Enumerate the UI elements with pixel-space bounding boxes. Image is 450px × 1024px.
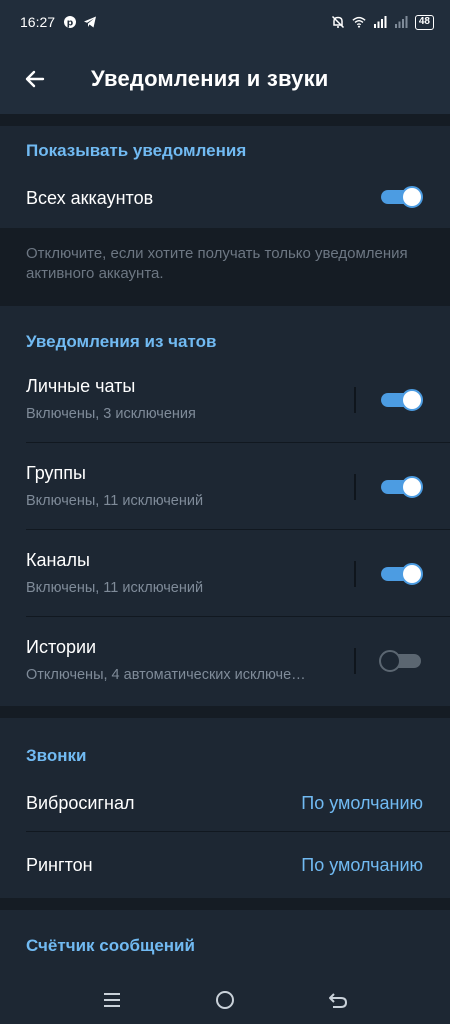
toggle-knob [401, 563, 423, 585]
menu-icon [103, 992, 120, 1007]
status-time: 16:27 [20, 14, 56, 30]
row-subtitle: Включены, 11 исключений [26, 580, 204, 596]
badge-counter-section: Счётчик сообщений [0, 910, 450, 975]
separator [354, 474, 356, 500]
section-header: Показывать уведомления [26, 141, 247, 160]
info-box: Отключите, если хотите получать только у… [0, 228, 450, 306]
toggle-knob [401, 476, 423, 498]
row-subtitle: Отключены, 4 автоматических исключе… [26, 667, 306, 683]
battery-icon: 48 [414, 14, 434, 30]
signal-icon [373, 16, 387, 28]
chat-row-private[interactable]: Личные чаты Включены, 3 исключения [0, 356, 450, 443]
back-nav-icon [329, 992, 348, 1008]
section-header: Звонки [26, 746, 87, 765]
svg-text:p: p [67, 19, 74, 29]
private-chats-toggle[interactable] [379, 389, 423, 411]
toggle-knob [401, 186, 423, 208]
home-button[interactable] [205, 980, 245, 1020]
chat-notifications-section: Уведомления из чатов Личные чаты Включен… [0, 306, 450, 706]
row-title: Каналы [26, 550, 90, 570]
back-nav-button[interactable] [318, 980, 358, 1020]
ringtone-value[interactable]: По умолчанию [301, 855, 423, 876]
separator [354, 561, 356, 587]
vibrate-value[interactable]: По умолчанию [301, 793, 423, 814]
home-circle-icon [215, 990, 234, 1009]
back-button[interactable] [5, 49, 65, 109]
toggle-knob [379, 650, 401, 672]
groups-toggle[interactable] [379, 476, 423, 498]
section-header: Уведомления из чатов [26, 332, 217, 351]
row-subtitle: Включены, 3 исключения [26, 406, 196, 422]
notifications-muted-icon [331, 15, 344, 29]
arrow-left-icon [25, 70, 45, 88]
section-header: Счётчик сообщений [26, 936, 195, 955]
ringtone-row[interactable]: Рингтон По умолчанию [0, 832, 450, 898]
vibrate-row[interactable]: Вибросигнал По умолчанию [0, 774, 450, 832]
all-accounts-toggle[interactable] [379, 186, 423, 208]
stories-toggle[interactable] [379, 650, 423, 672]
pinterest-icon: p [64, 16, 77, 29]
row-title: Всех аккаунтов [26, 188, 154, 208]
row-title: Группы [26, 463, 86, 483]
row-subtitle: Включены, 11 исключений [26, 493, 204, 509]
status-bar: 16:27 p 48 [0, 0, 450, 44]
row-title: Истории [26, 637, 97, 657]
wifi-icon [352, 16, 366, 28]
signal-2-icon [394, 16, 408, 28]
info-text: Отключите, если хотите получать только у… [26, 245, 408, 282]
chat-row-channels[interactable]: Каналы Включены, 11 исключений [0, 530, 450, 617]
row-title: Рингтон [26, 855, 93, 875]
telegram-icon [84, 16, 97, 28]
chat-row-stories[interactable]: Истории Отключены, 4 автоматических искл… [0, 617, 450, 706]
separator [354, 648, 356, 674]
all-accounts-row[interactable]: Всех аккаунтов [0, 170, 450, 228]
separator [354, 387, 356, 413]
toggle-knob [401, 389, 423, 411]
row-title: Личные чаты [26, 376, 136, 396]
row-title: Вибросигнал [26, 793, 135, 813]
page-title: Уведомления и звуки [91, 66, 329, 91]
calls-section: Звонки Вибросигнал По умолчанию Рингтон … [0, 718, 450, 898]
chat-row-groups[interactable]: Группы Включены, 11 исключений [0, 443, 450, 530]
channels-toggle[interactable] [379, 563, 423, 585]
show-notifications-section: Показывать уведомления Всех аккаунтов [0, 126, 450, 228]
menu-button[interactable] [92, 980, 132, 1020]
app-bar: Уведомления и звуки [0, 44, 450, 114]
system-nav-bar [0, 975, 450, 1024]
